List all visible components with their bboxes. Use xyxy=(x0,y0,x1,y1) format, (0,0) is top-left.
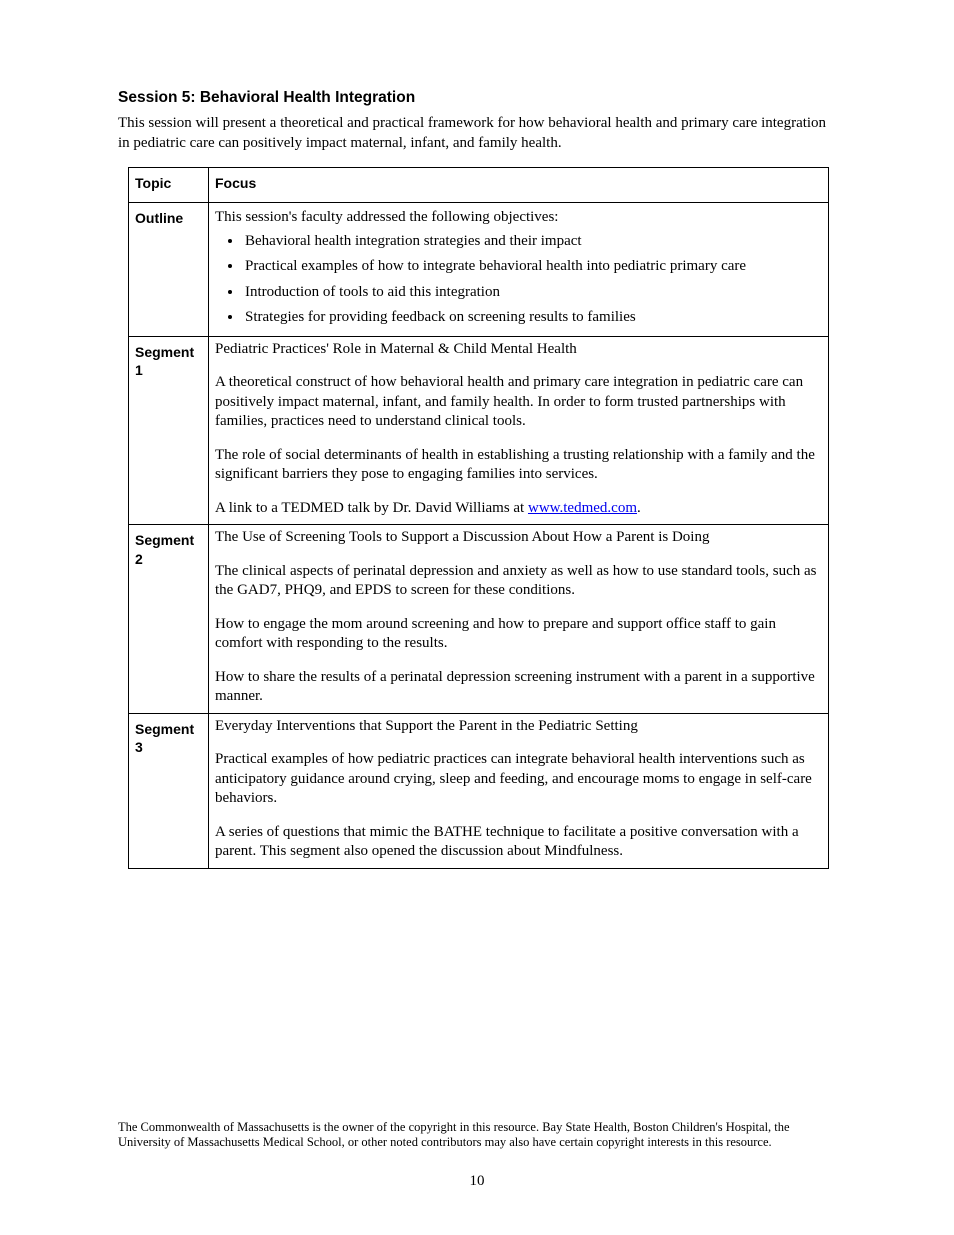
session-intro: This session will present a theoretical … xyxy=(118,114,838,153)
page-number: 10 xyxy=(0,1172,954,1192)
list-item: Introduction of tools to aid this integr… xyxy=(243,283,822,303)
table-header-row: Topic Focus xyxy=(129,168,829,203)
row-body-segment-1: Pediatric Practices' Role in Maternal & … xyxy=(209,336,829,525)
row-body-segment-3: Everyday Interventions that Support the … xyxy=(209,713,829,868)
segment-1-p3: A link to a TEDMED talk by Dr. David Wil… xyxy=(215,499,822,519)
segment-1-link-pre: A link to a TEDMED talk by Dr. David Wil… xyxy=(215,500,528,516)
segment-3-title: Everyday Interventions that Support the … xyxy=(215,717,822,737)
segment-2-p2: How to engage the mom around screening a… xyxy=(215,615,822,654)
segment-3-p2: A series of questions that mimic the BAT… xyxy=(215,823,822,862)
header-topic: Topic xyxy=(129,168,209,203)
list-item: Practical examples of how to integrate b… xyxy=(243,257,822,277)
table-row: Outline This session's faculty addressed… xyxy=(129,203,829,337)
tedmed-link[interactable]: www.tedmed.com xyxy=(528,500,637,516)
table-row: Segment 2 The Use of Screening Tools to … xyxy=(129,525,829,714)
row-body-outline: This session's faculty addressed the fol… xyxy=(209,203,829,337)
list-item: Strategies for providing feedback on scr… xyxy=(243,308,822,328)
row-body-segment-2: The Use of Screening Tools to Support a … xyxy=(209,525,829,714)
table-row: Segment 1 Pediatric Practices' Role in M… xyxy=(129,336,829,525)
row-label-segment-3: Segment 3 xyxy=(129,713,209,868)
segment-2-title: The Use of Screening Tools to Support a … xyxy=(215,528,822,548)
segment-3-p1: Practical examples of how pediatric prac… xyxy=(215,750,822,809)
table-row: Segment 3 Everyday Interventions that Su… xyxy=(129,713,829,868)
segment-1-link-post: . xyxy=(637,500,641,516)
outline-bullets: Behavioral health integration strategies… xyxy=(215,232,822,328)
row-label-outline: Outline xyxy=(129,203,209,337)
header-focus: Focus xyxy=(209,168,829,203)
copyright-footnote: The Commonwealth of Massachusetts is the… xyxy=(118,1120,836,1151)
session-outline-table: Topic Focus Outline This session's facul… xyxy=(128,167,829,869)
segment-2-p1: The clinical aspects of perinatal depres… xyxy=(215,562,822,601)
row-label-segment-2: Segment 2 xyxy=(129,525,209,714)
segment-2-p3: How to share the results of a perinatal … xyxy=(215,668,822,707)
page-container: Session 5: Behavioral Health Integration… xyxy=(0,0,954,1235)
segment-1-p2: The role of social determinants of healt… xyxy=(215,446,822,485)
row-label-segment-1: Segment 1 xyxy=(129,336,209,525)
list-item: Behavioral health integration strategies… xyxy=(243,232,822,252)
segment-1-p1: A theoretical construct of how behaviora… xyxy=(215,373,822,432)
session-title: Session 5: Behavioral Health Integration xyxy=(118,88,836,108)
segment-1-title: Pediatric Practices' Role in Maternal & … xyxy=(215,340,822,360)
outline-lead: This session's faculty addressed the fol… xyxy=(215,208,822,228)
